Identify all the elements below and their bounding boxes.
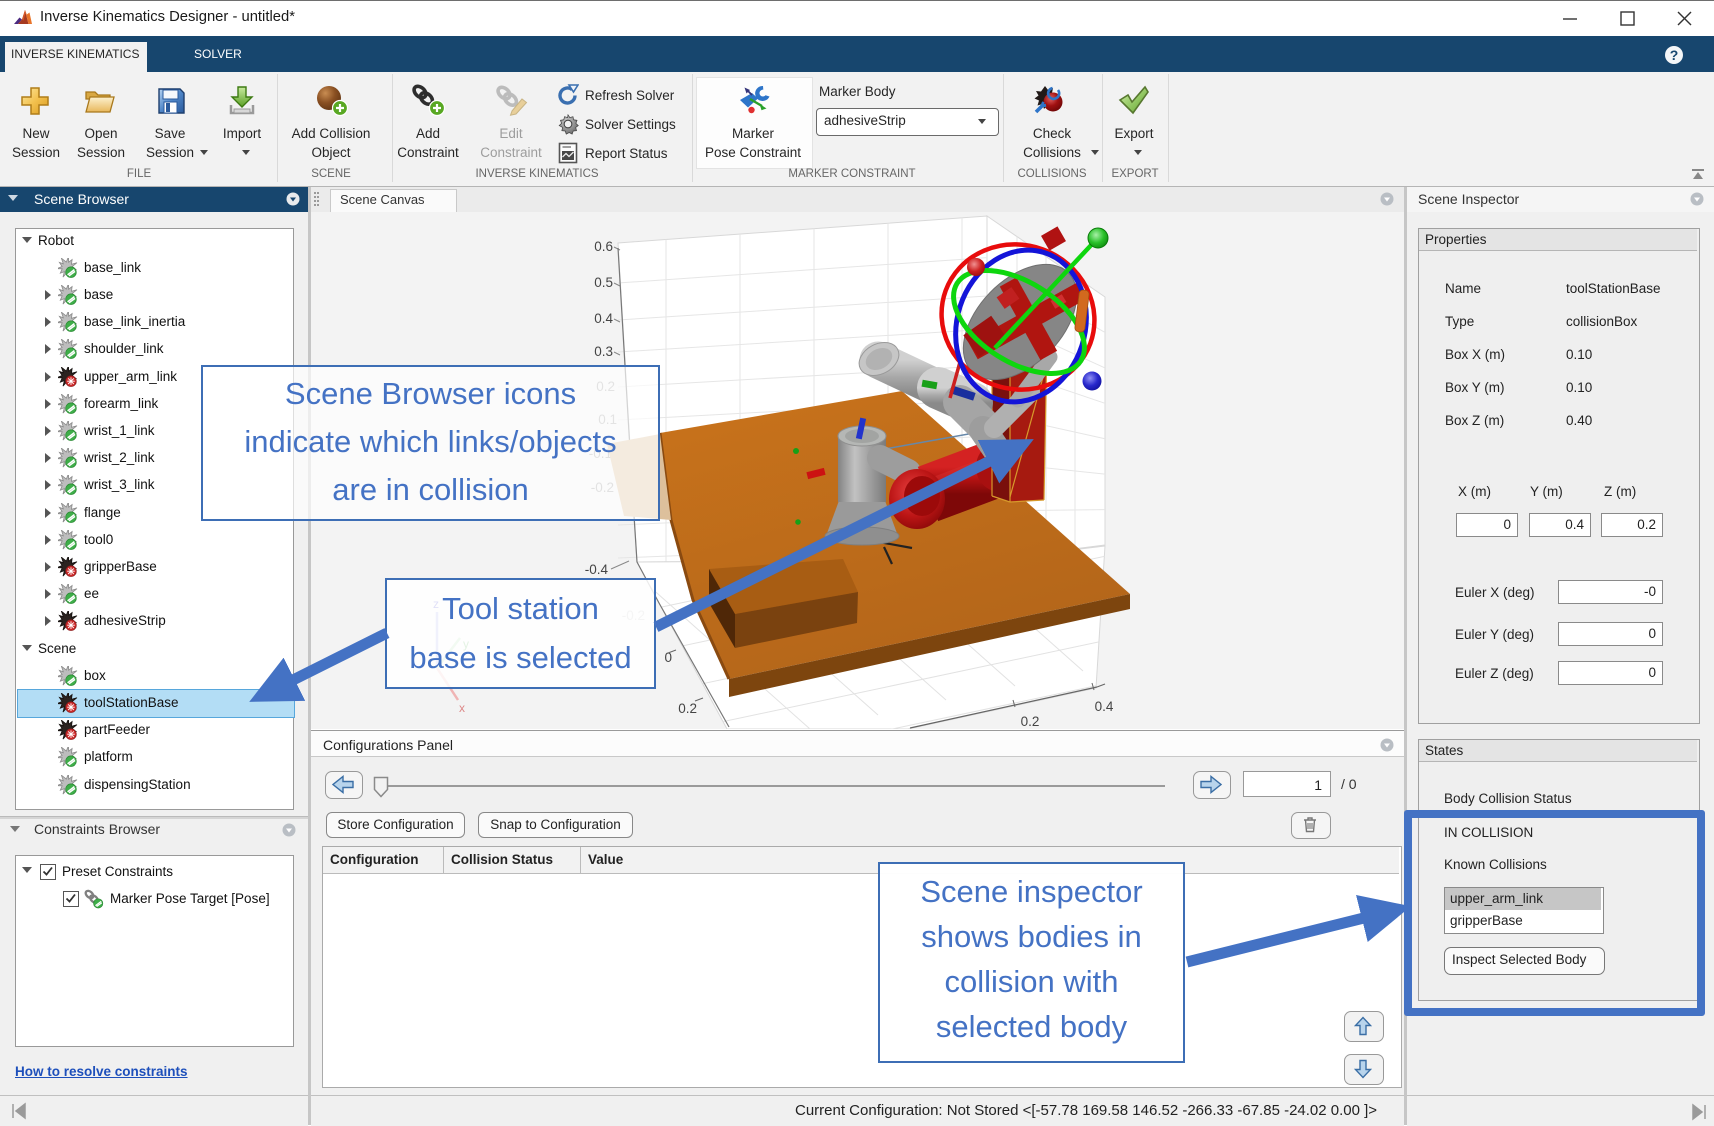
svg-text:0.3: 0.3 [594, 344, 613, 359]
svg-text:x: x [459, 701, 465, 715]
svg-text:0.2: 0.2 [1021, 714, 1040, 729]
svg-text:0.4: 0.4 [594, 311, 613, 326]
svg-text:0.4: 0.4 [1095, 699, 1114, 714]
svg-text:0.5: 0.5 [594, 275, 613, 290]
svg-text:0.6: 0.6 [594, 239, 613, 254]
svg-text:?: ? [1670, 47, 1679, 63]
svg-text:-0.4: -0.4 [585, 562, 609, 577]
svg-text:0.2: 0.2 [678, 701, 697, 716]
